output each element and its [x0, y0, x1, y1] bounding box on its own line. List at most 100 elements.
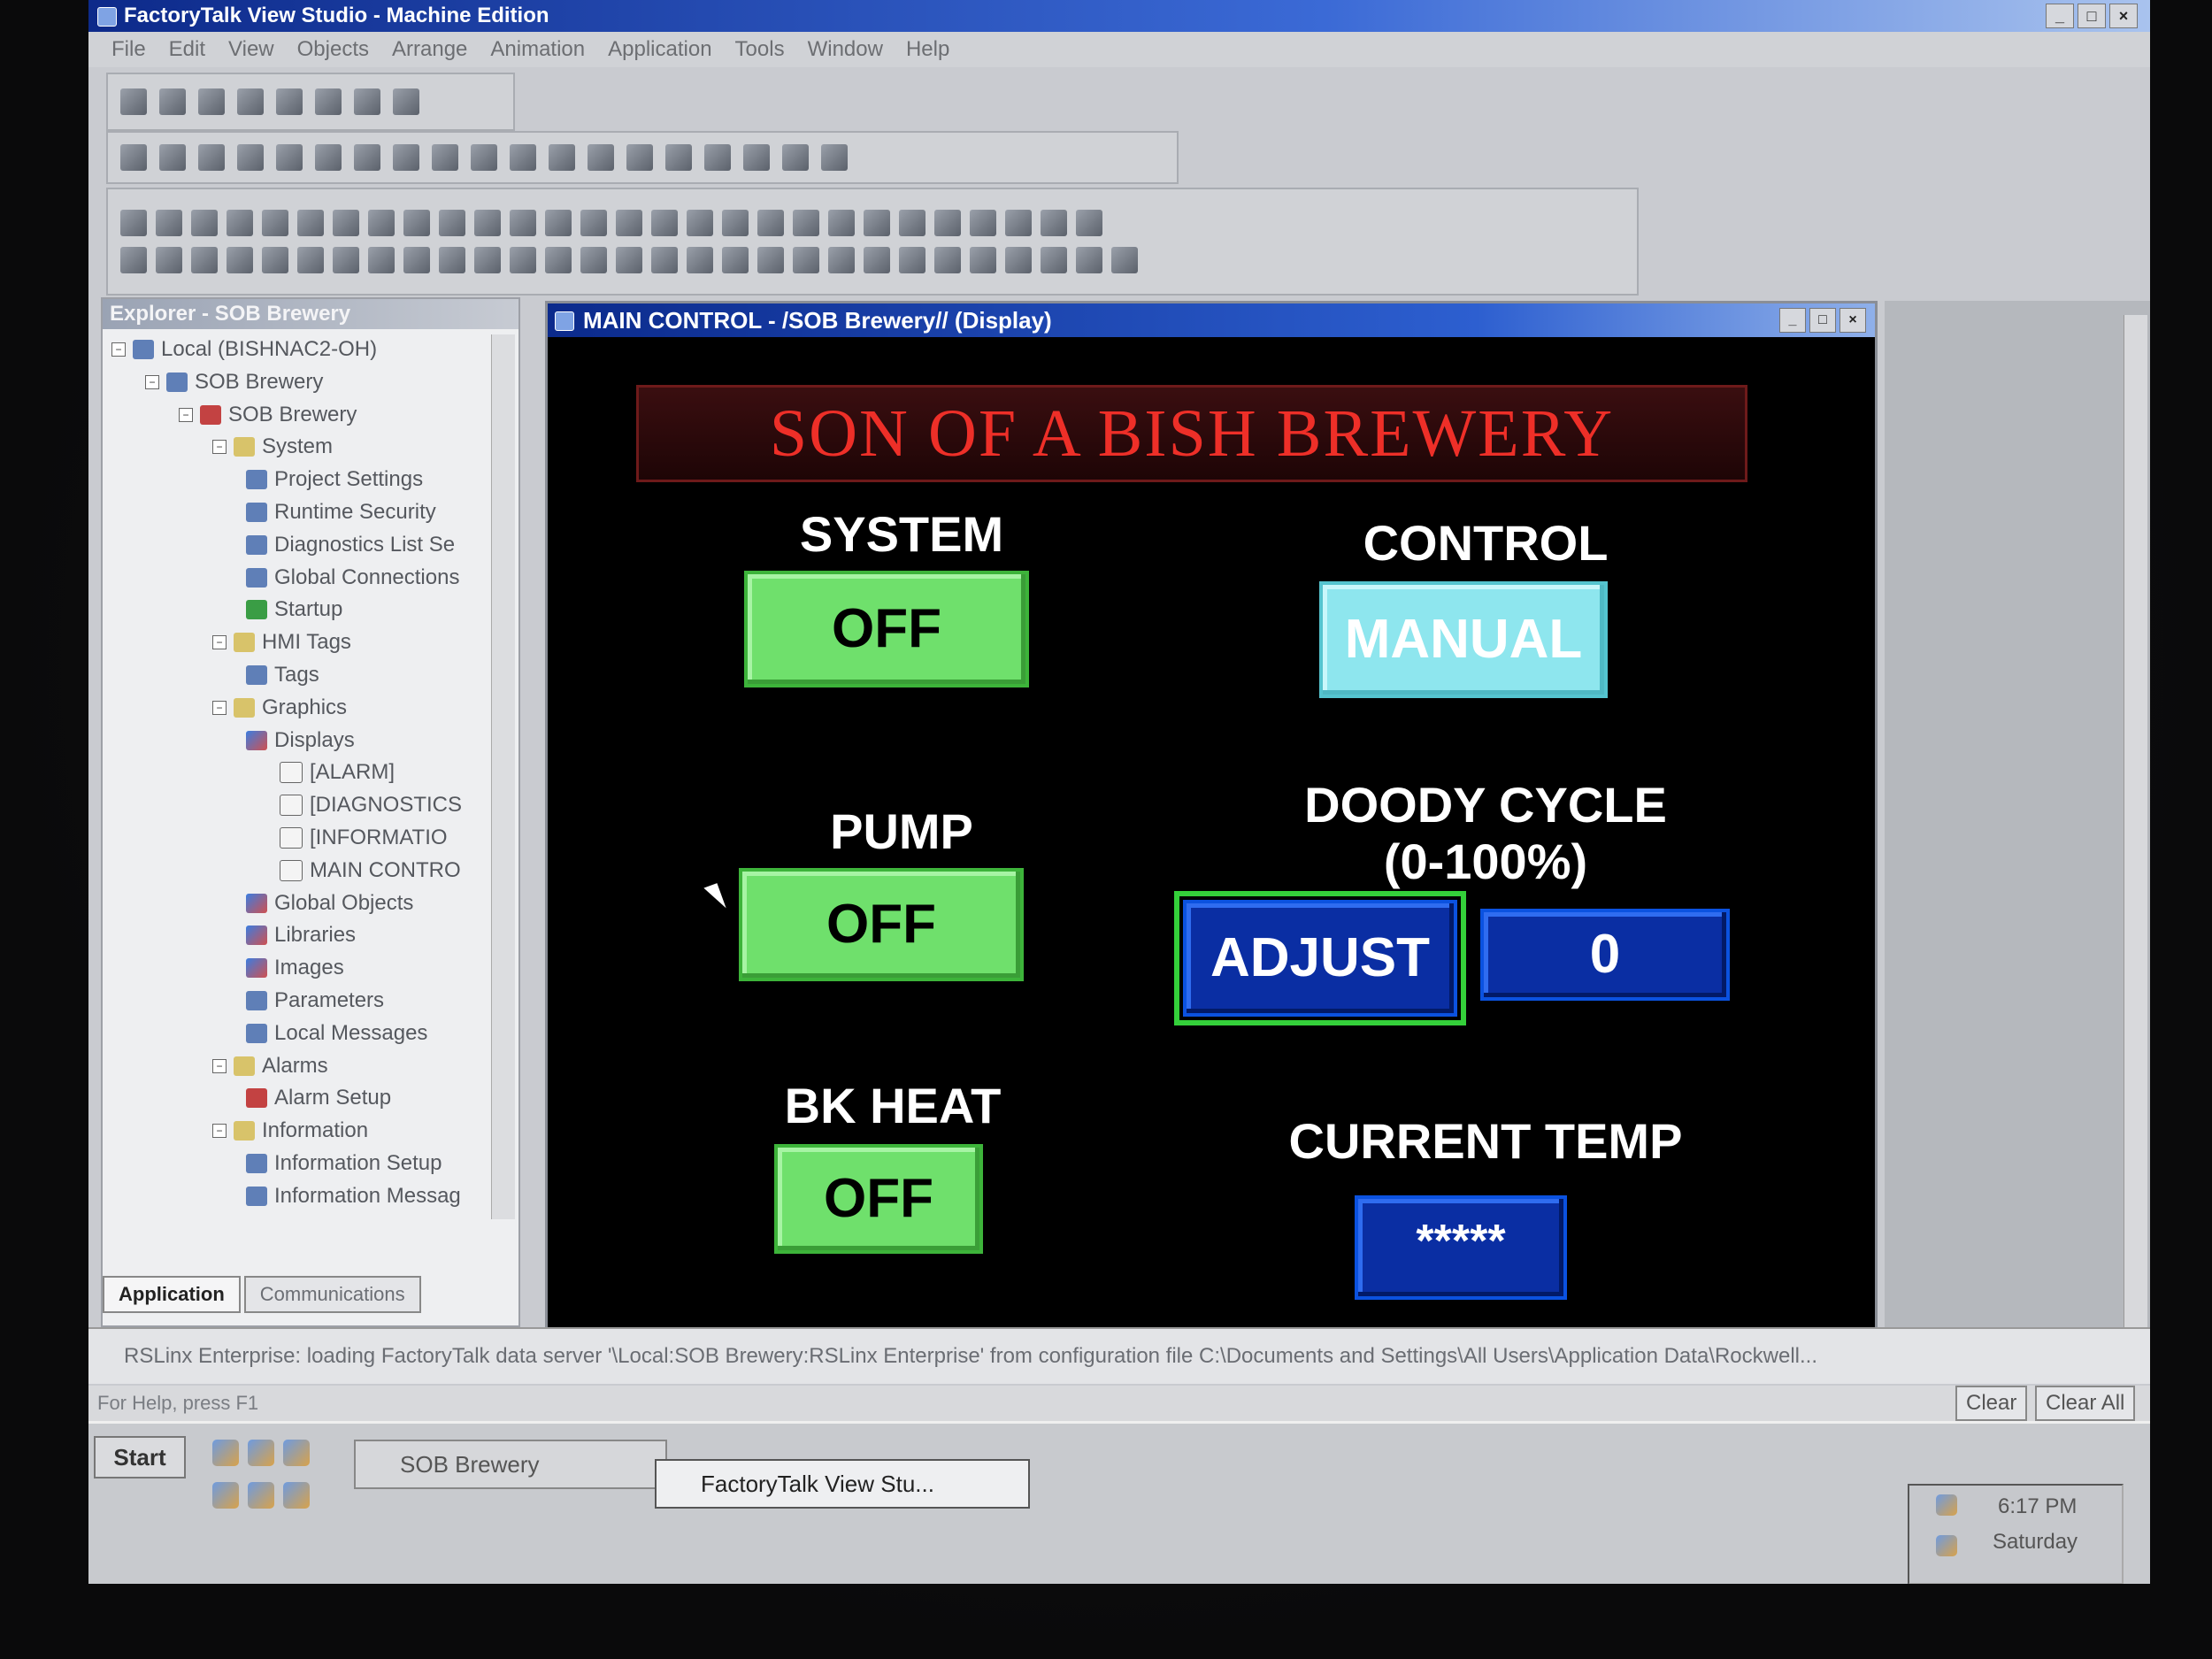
tree-item[interactable]: − Alarms: [212, 1051, 328, 1081]
backspace-icon[interactable]: [403, 247, 430, 273]
tree-item[interactable]: − Local (BISHNAC2-OH): [111, 334, 377, 365]
network-tray-icon[interactable]: [1936, 1535, 1957, 1556]
properties-icon[interactable]: [354, 88, 380, 115]
home-icon[interactable]: [439, 247, 465, 273]
trend-icon[interactable]: [864, 210, 890, 236]
tab-communications[interactable]: Communications: [243, 1276, 421, 1313]
adjust-button[interactable]: ADJUST: [1183, 900, 1457, 1017]
tree-item[interactable]: − Information: [212, 1116, 368, 1146]
stop-icon[interactable]: [393, 88, 419, 115]
tree-expander-icon[interactable]: −: [145, 374, 159, 389]
menu-window[interactable]: Window: [808, 37, 883, 62]
browser-icon[interactable]: [248, 1440, 274, 1466]
pause-icon[interactable]: [227, 247, 253, 273]
language-icon[interactable]: [1005, 247, 1032, 273]
display-minimize-button[interactable]: _: [1779, 308, 1806, 333]
network-icon[interactable]: [212, 1482, 239, 1509]
tree-item[interactable]: [INFORMATIO: [280, 823, 448, 853]
start-button[interactable]: Start: [94, 1436, 186, 1479]
tree-item[interactable]: − HMI Tags: [212, 627, 351, 657]
stop-small-icon[interactable]: [159, 144, 186, 171]
polygon-icon[interactable]: [439, 210, 465, 236]
print-alarm-icon[interactable]: [864, 247, 890, 273]
alarm-banner-icon[interactable]: [899, 210, 926, 236]
control-mode-button[interactable]: MANUAL: [1319, 581, 1608, 698]
move-left-icon[interactable]: [474, 247, 501, 273]
animation-icon[interactable]: [782, 144, 809, 171]
menu-tools[interactable]: Tools: [735, 37, 785, 62]
diagnostics-tool-icon[interactable]: [934, 247, 961, 273]
copy-tool-icon[interactable]: [237, 144, 264, 171]
display-maximize-button[interactable]: □: [1809, 308, 1836, 333]
pump-toggle-button[interactable]: OFF: [739, 868, 1024, 981]
tab-application[interactable]: Application: [103, 1276, 241, 1313]
tree-item[interactable]: Libraries: [246, 920, 356, 950]
tree-item[interactable]: Images: [246, 953, 344, 983]
line-icon[interactable]: [227, 210, 253, 236]
close-button[interactable]: ×: [2109, 4, 2138, 28]
bring-front-icon[interactable]: [549, 144, 575, 171]
tree-item[interactable]: −Logic and Control: [212, 1214, 428, 1219]
tree-item[interactable]: − Graphics: [212, 693, 347, 723]
arc-icon[interactable]: [297, 210, 324, 236]
rotate-tool-icon[interactable]: [156, 210, 182, 236]
play-icon[interactable]: [120, 144, 147, 171]
clear-all-button[interactable]: Clear All: [2035, 1386, 2136, 1421]
media-icon[interactable]: [283, 1440, 310, 1466]
settings-tray-icon[interactable]: [248, 1482, 274, 1509]
rounded-rect-icon[interactable]: [474, 210, 501, 236]
align-right-icon[interactable]: [432, 144, 458, 171]
properties-tool-icon[interactable]: [821, 144, 848, 171]
menu-arrange[interactable]: Arrange: [392, 37, 467, 62]
tree-item[interactable]: Information Messag: [246, 1181, 461, 1211]
sort-icon[interactable]: [970, 247, 996, 273]
gauge-icon[interactable]: [828, 210, 855, 236]
globe-tool-icon[interactable]: [1111, 247, 1138, 273]
tree-item[interactable]: Information Setup: [246, 1148, 442, 1179]
freehand-icon[interactable]: [368, 210, 395, 236]
tree-expander-icon[interactable]: −: [212, 440, 227, 455]
explorer-scrollbar[interactable]: [491, 334, 515, 1219]
maximize-button[interactable]: □: [2078, 4, 2106, 28]
tree-item[interactable]: Runtime Security: [246, 497, 436, 527]
tree-item[interactable]: Parameters: [246, 986, 384, 1016]
tree-expander-icon[interactable]: −: [212, 1124, 227, 1139]
display-close-button[interactable]: ×: [1839, 308, 1866, 333]
menu-view[interactable]: View: [228, 37, 274, 62]
tree-item[interactable]: − SOB Brewery: [145, 367, 323, 397]
tree-item[interactable]: − System: [212, 432, 333, 462]
tree-item[interactable]: Local Messages: [246, 1018, 427, 1048]
login-icon[interactable]: [1041, 247, 1067, 273]
silence-icon[interactable]: [793, 247, 819, 273]
edit-icon[interactable]: [315, 88, 342, 115]
group-icon[interactable]: [471, 144, 497, 171]
tree-item[interactable]: Tags: [246, 660, 319, 690]
open-folder-icon[interactable]: [276, 88, 303, 115]
move-up-icon[interactable]: [580, 247, 607, 273]
tree-expander-icon[interactable]: −: [111, 342, 126, 357]
workspace-scrollbar[interactable]: [2124, 315, 2147, 1359]
goto-display-icon[interactable]: [262, 247, 288, 273]
align-left-icon[interactable]: [354, 144, 380, 171]
ack-icon[interactable]: [722, 247, 749, 273]
tree-item[interactable]: Diagnostics List Se: [246, 530, 455, 560]
multistate-icon[interactable]: [687, 210, 713, 236]
page-down-icon[interactable]: [616, 247, 642, 273]
cut-icon[interactable]: [198, 144, 225, 171]
tree-item[interactable]: Global Connections: [246, 563, 459, 593]
zoom-in-icon[interactable]: [626, 144, 653, 171]
tree-expander-icon[interactable]: −: [179, 407, 193, 422]
send-back-icon[interactable]: [588, 144, 614, 171]
flip-icon[interactable]: [743, 144, 770, 171]
tree-expander-icon[interactable]: −: [212, 700, 227, 715]
wedge-icon[interactable]: [510, 210, 536, 236]
indicator-icon[interactable]: [722, 210, 749, 236]
ramp-icon[interactable]: [191, 247, 218, 273]
page-up-icon[interactable]: [651, 247, 678, 273]
select-arrow-icon[interactable]: [120, 210, 147, 236]
move-down-icon[interactable]: [545, 247, 572, 273]
string-input-icon[interactable]: [156, 247, 182, 273]
alarm-list-icon[interactable]: [934, 210, 961, 236]
copy-icon[interactable]: [237, 88, 264, 115]
logout-icon[interactable]: [1076, 247, 1102, 273]
